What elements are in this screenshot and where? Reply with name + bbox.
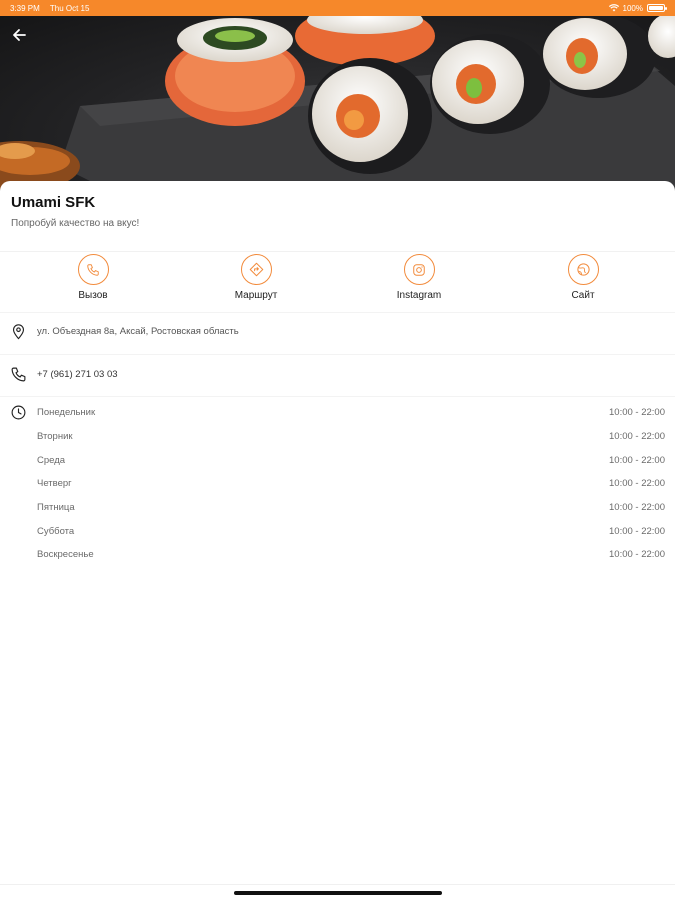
divider <box>0 396 675 397</box>
address-text[interactable]: ул. Объездная 8а, Аксай, Ростовская обла… <box>37 326 239 337</box>
globe-icon <box>576 263 590 276</box>
call-button[interactable]: Вызов <box>53 254 133 301</box>
action-icon-circle <box>77 254 109 285</box>
instagram-label: Instagram <box>396 290 442 301</box>
battery-percent: 100% <box>622 3 643 13</box>
hours-time: 10:00 - 22:00 <box>609 431 665 442</box>
website-label: Сайт <box>571 290 595 301</box>
wifi-icon <box>608 4 619 12</box>
status-right: 100% <box>608 3 667 13</box>
action-icon-circle <box>403 254 435 285</box>
status-left: 3:39 PM Thu Oct 15 <box>10 4 97 13</box>
status-time: 3:39 PM <box>10 3 40 13</box>
battery-icon <box>647 4 667 12</box>
clock-icon <box>11 405 26 420</box>
home-indicator[interactable] <box>234 891 442 895</box>
hours-day: Среда <box>37 455 66 466</box>
hours-time: 10:00 - 22:00 <box>609 478 665 489</box>
hours-time: 10:00 - 22:00 <box>609 502 665 513</box>
phone-icon <box>11 367 26 382</box>
arrow-left-icon <box>13 29 26 41</box>
hours-time: 10:00 - 22:00 <box>609 407 665 418</box>
action-icon-circle <box>567 254 599 285</box>
location-pin-icon <box>12 324 25 340</box>
details-sheet: Umami SFK Попробуй качество на вкус! Выз… <box>0 181 675 900</box>
hours-day: Воскресенье <box>37 549 94 560</box>
route-button[interactable]: Маршрут <box>216 254 296 301</box>
hours-day: Суббота <box>37 526 75 537</box>
hours-day: Понедельник <box>37 407 96 418</box>
phone-number[interactable]: +7 (961) 271 03 03 <box>37 369 118 380</box>
hours-time: 10:00 - 22:00 <box>609 526 665 537</box>
phone-icon <box>87 263 99 276</box>
action-icon-circle <box>240 254 272 285</box>
hours-day: Вторник <box>37 431 73 442</box>
route-label: Маршрут <box>234 290 278 301</box>
action-bar: Вызов Маршрут Instagram Сайт <box>0 251 675 312</box>
call-label: Вызов <box>78 290 108 301</box>
hours-time: 10:00 - 22:00 <box>609 455 665 466</box>
hours-time: 10:00 - 22:00 <box>609 549 665 560</box>
instagram-button[interactable]: Instagram <box>379 254 459 301</box>
header-photo <box>0 16 675 191</box>
website-button[interactable]: Сайт <box>543 254 623 301</box>
instagram-icon <box>413 263 425 276</box>
bottom-divider <box>0 884 675 885</box>
place-name: Umami SFK <box>11 194 96 211</box>
sushi-rolls-photo <box>0 16 675 191</box>
back-button[interactable] <box>8 24 30 46</box>
place-tagline: Попробуй качество на вкус! <box>11 218 140 229</box>
directions-icon <box>249 262 263 277</box>
hours-day: Пятница <box>37 502 75 513</box>
hours-day: Четверг <box>37 478 72 489</box>
divider <box>0 312 675 313</box>
status-date: Thu Oct 15 <box>49 3 90 13</box>
status-bar: 3:39 PM Thu Oct 15 100% <box>0 0 675 16</box>
divider <box>0 354 675 355</box>
